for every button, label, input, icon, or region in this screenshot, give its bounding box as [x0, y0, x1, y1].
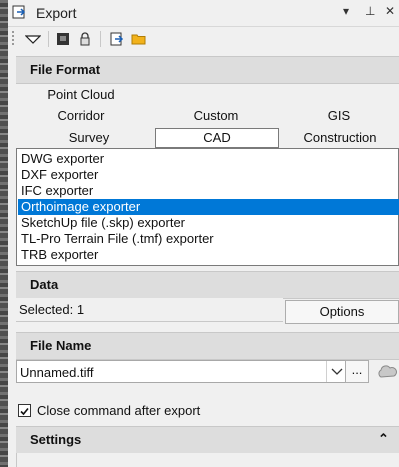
screen-button[interactable] [54, 30, 72, 48]
list-item[interactable]: IFC exporter [18, 183, 399, 199]
toolbar-separator [100, 31, 101, 47]
folder-icon [131, 34, 146, 45]
settings-title: Settings [30, 432, 82, 447]
settings-header[interactable]: Settings ⌃ [16, 426, 399, 454]
file-name-header: File Name [16, 332, 399, 360]
window-title: Export [36, 5, 77, 21]
close-command-label[interactable]: Close command after export [37, 403, 200, 418]
list-item[interactable]: TL-Pro Terrain File (.tmf) exporter [18, 231, 399, 247]
file-name-value: Unnamed.tiff [20, 365, 94, 380]
data-title: Data [30, 277, 59, 292]
checkmark-icon [20, 407, 29, 416]
selected-count-box: Selected: 1 [16, 298, 283, 322]
collapse-all-button[interactable] [24, 30, 42, 48]
open-folder-button[interactable] [130, 30, 148, 48]
file-format-title: File Format [30, 62, 101, 77]
export-button[interactable] [108, 30, 126, 48]
tab-cad[interactable]: CAD [155, 128, 279, 148]
list-item-selected[interactable]: Orthoimage exporter [18, 199, 399, 215]
export-icon [12, 5, 26, 19]
exporter-list[interactable]: DWG exporter DXF exporter IFC exporter O… [16, 148, 399, 266]
tab-construction[interactable]: Construction [281, 129, 399, 147]
cloud-upload-button[interactable] [374, 362, 399, 382]
file-name-dropdown[interactable] [326, 361, 347, 382]
export-icon [110, 32, 124, 46]
menu-dropdown-icon[interactable]: ▾ [343, 4, 349, 18]
triangle-down-icon [25, 35, 41, 44]
pin-icon[interactable]: ⊥ [365, 4, 375, 18]
tab-survey[interactable]: Survey [26, 129, 152, 147]
tab-custom[interactable]: Custom [153, 107, 279, 125]
toolbar-grip [12, 31, 14, 47]
chevron-down-icon [331, 368, 343, 375]
background-viewport-strip [0, 0, 8, 467]
selected-count: Selected: 1 [19, 302, 85, 317]
lock-icon [80, 32, 90, 46]
toolbar-separator [48, 31, 49, 47]
list-item[interactable]: DWG exporter [18, 151, 399, 167]
close-icon[interactable]: ✕ [385, 4, 395, 18]
file-name-title: File Name [30, 338, 92, 353]
list-item[interactable]: DXF exporter [18, 167, 399, 183]
lock-button[interactable] [76, 30, 94, 48]
title-bar: Export ▾ ⊥ ✕ [8, 0, 399, 27]
browse-button[interactable]: ... [345, 360, 369, 383]
file-format-header: File Format [16, 56, 399, 84]
file-format-tabs: Point Cloud Corridor Custom GIS Survey C… [16, 84, 399, 148]
screen-icon [57, 33, 69, 45]
options-button[interactable]: Options [285, 300, 399, 324]
list-item[interactable]: SketchUp file (.skp) exporter [18, 215, 399, 231]
list-item[interactable]: TRB exporter [18, 247, 399, 263]
data-header: Data [16, 271, 399, 299]
file-name-field[interactable]: Unnamed.tiff [16, 360, 348, 383]
tab-corridor[interactable]: Corridor [16, 107, 146, 125]
collapse-icon[interactable]: ⌃ [378, 431, 389, 447]
export-panel: Export ▾ ⊥ ✕ File Format Point Cloud Cor… [8, 0, 399, 467]
toolbar [8, 27, 399, 51]
tab-point-cloud[interactable]: Point Cloud [16, 86, 146, 104]
close-command-checkbox[interactable] [18, 404, 31, 417]
cloud-icon [377, 365, 397, 378]
settings-body [16, 453, 399, 467]
tab-gis[interactable]: GIS [279, 107, 399, 125]
